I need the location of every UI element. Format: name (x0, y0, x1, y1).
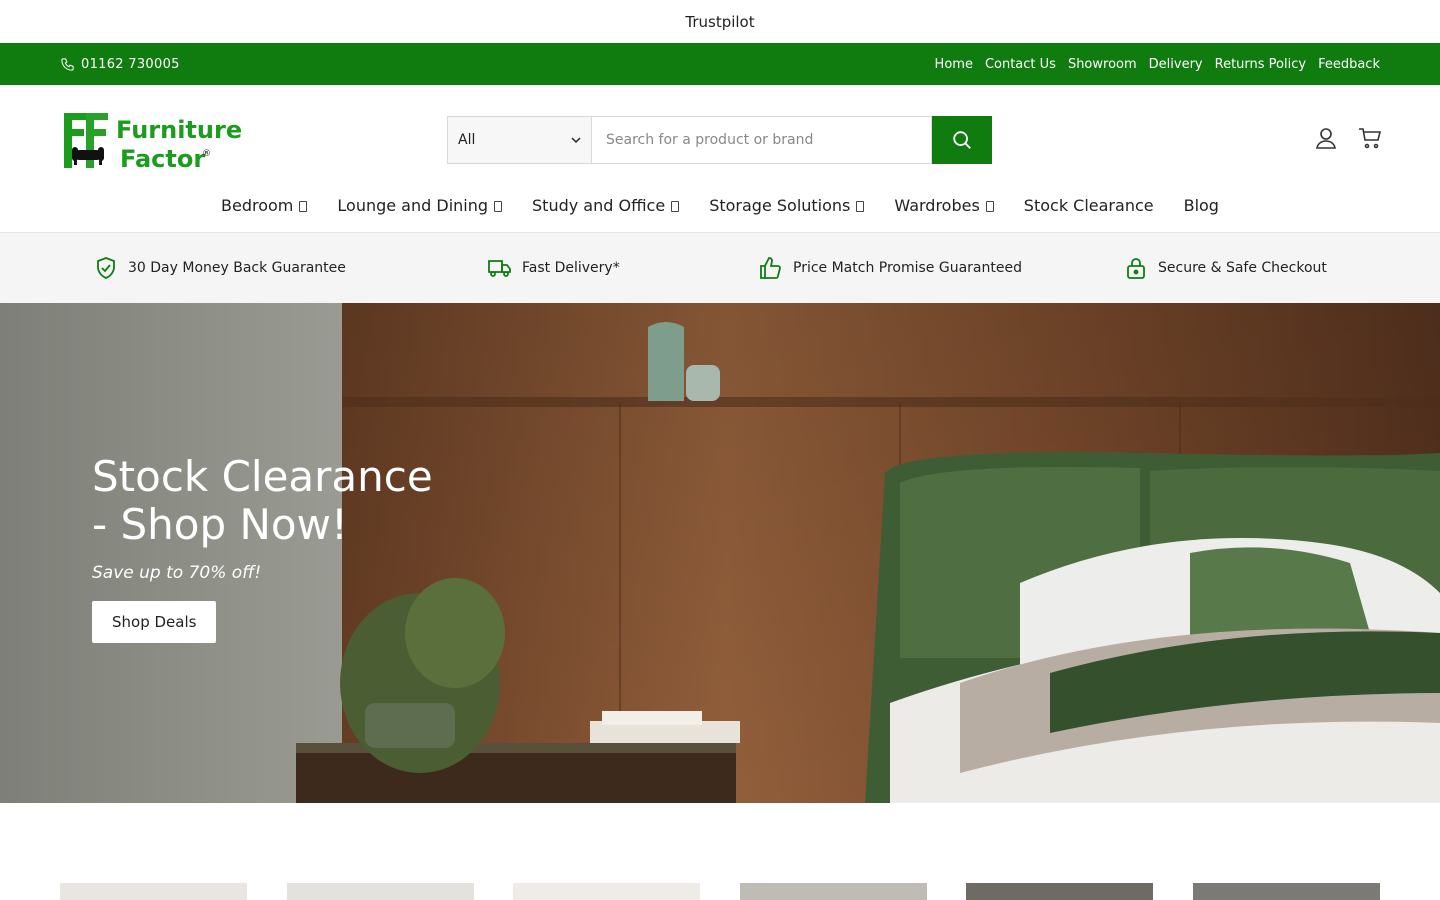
site-header: Furniture Factor ® All Search for a prod… (0, 85, 1440, 233)
top-link-showroom[interactable]: Showroom (1068, 57, 1137, 72)
feature-secure-checkout: Secure & Safe Checkout (1124, 233, 1327, 303)
feature-money-back: 30 Day Money Back Guarantee (94, 233, 346, 303)
trustpilot-bar[interactable]: Trustpilot (0, 0, 1440, 43)
category-cards (60, 883, 1380, 900)
nav-item-storage[interactable]: Storage Solutions (709, 195, 865, 215)
phone-contact[interactable]: 01162 730005 (60, 43, 180, 85)
feature-label: Price Match Promise Guaranteed (793, 260, 1022, 276)
features-strip: 30 Day Money Back Guarantee Fast Deliver… (0, 233, 1440, 303)
truck-icon (488, 260, 511, 277)
nav-item-label: Study and Office (532, 195, 666, 215)
top-link-contact[interactable]: Contact Us (985, 57, 1056, 72)
furniture-factor-logo[interactable]: Furniture Factor ® (62, 107, 244, 173)
nav-item-study-office[interactable]: Study and Office (532, 195, 680, 215)
category-card[interactable] (286, 883, 474, 900)
feature-label: Fast Delivery* (522, 260, 620, 276)
cart-icon[interactable] (1358, 126, 1382, 150)
nav-item-label: Storage Solutions (709, 195, 851, 215)
logo-text-line2: Factor (120, 145, 205, 173)
lock-icon (1127, 258, 1145, 279)
search-category-value: All (458, 132, 476, 148)
category-card[interactable] (60, 883, 247, 900)
nav-item-label: Lounge and Dining (337, 195, 489, 215)
logo-text-line1: Furniture (116, 116, 242, 144)
chevron-down-icon (671, 201, 680, 212)
nav-item-stock-clearance[interactable]: Stock Clearance (1024, 196, 1154, 215)
utility-bar: 01162 730005 Home Contact Us Showroom De… (0, 43, 1440, 85)
main-nav: Bedroom Lounge and Dining Study and Offi… (0, 189, 1440, 221)
chevron-down-icon (985, 201, 994, 212)
category-card[interactable] (1192, 883, 1380, 900)
header-icons (1314, 126, 1382, 150)
trustpilot-text[interactable]: Trustpilot (685, 13, 754, 31)
search-input[interactable]: Search for a product or brand (591, 116, 932, 164)
category-card[interactable] (513, 883, 701, 900)
top-link-home[interactable]: Home (935, 57, 973, 72)
nav-item-label: Blog (1183, 195, 1219, 215)
search-placeholder: Search for a product or brand (606, 132, 814, 148)
hero-title: Stock Clearance - Shop Now! (92, 452, 433, 549)
svg-text:®: ® (202, 149, 211, 159)
chevron-down-icon (494, 201, 503, 212)
top-link-feedback[interactable]: Feedback (1318, 57, 1380, 72)
feature-fast-delivery: Fast Delivery* (488, 233, 620, 303)
search-category-select[interactable]: All (447, 116, 591, 164)
category-card[interactable] (739, 883, 927, 900)
nav-item-wardrobes[interactable]: Wardrobes (894, 195, 994, 215)
shield-check-icon (97, 257, 115, 279)
search-icon (953, 131, 971, 149)
phone-icon (61, 57, 74, 71)
top-link-delivery[interactable]: Delivery (1149, 57, 1203, 72)
top-links: Home Contact Us Showroom Delivery Return… (935, 43, 1380, 85)
hero-banner: Stock Clearance - Shop Now! Save up to 7… (0, 303, 1440, 803)
nav-item-blog[interactable]: Blog (1184, 196, 1219, 215)
nav-item-label: Bedroom (221, 195, 294, 215)
feature-label: 30 Day Money Back Guarantee (128, 260, 346, 276)
chevron-down-icon (856, 201, 865, 212)
shop-deals-button[interactable]: Shop Deals (92, 601, 217, 643)
nav-item-bedroom[interactable]: Bedroom (221, 195, 308, 215)
nav-item-lounge-dining[interactable]: Lounge and Dining (337, 195, 503, 215)
nav-item-label: Wardrobes (894, 195, 980, 215)
thumbs-up-icon (760, 257, 781, 279)
search-button[interactable] (932, 116, 992, 164)
chevron-down-icon (299, 201, 308, 212)
hero-text: Stock Clearance - Shop Now! Save up to 7… (92, 453, 452, 643)
top-link-returns[interactable]: Returns Policy (1215, 57, 1306, 72)
nav-item-label: Stock Clearance (1023, 195, 1154, 215)
feature-price-match: Price Match Promise Guaranteed (759, 233, 1022, 303)
search-bar: All Search for a product or brand (447, 116, 992, 164)
chevron-down-icon (571, 137, 581, 144)
phone-number[interactable]: 01162 730005 (81, 57, 180, 72)
hero-subtitle: Save up to 70% off! (92, 563, 262, 583)
feature-label: Secure & Safe Checkout (1158, 260, 1327, 276)
category-card[interactable] (966, 883, 1154, 900)
account-icon[interactable] (1314, 126, 1338, 150)
